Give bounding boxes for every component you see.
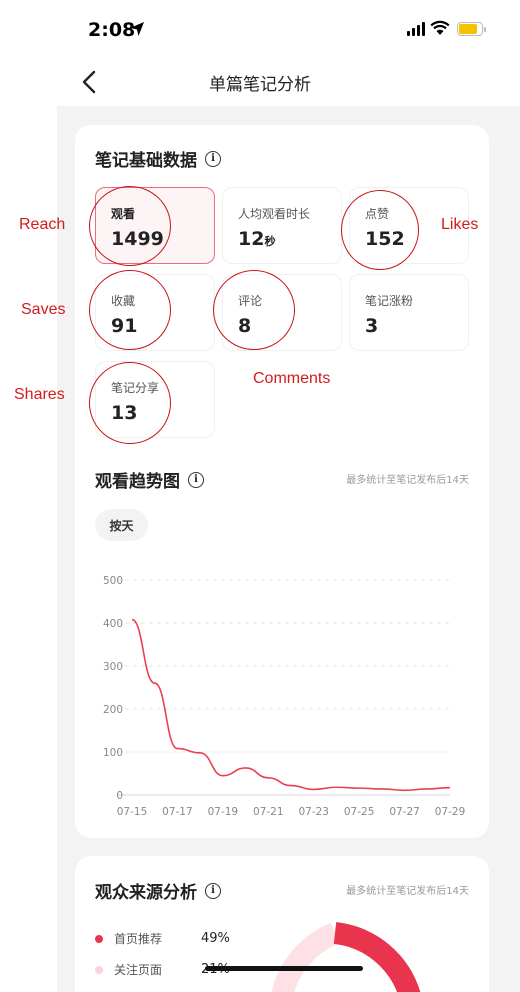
metric-label: 笔记涨粉 <box>365 294 414 308</box>
annotation-circle-reach <box>89 186 171 266</box>
audience-section-title: 观众来源分析 i <box>95 878 221 903</box>
metric-avg-watch-time[interactable]: 人均观看时长 12秒 <box>222 187 342 264</box>
views-trend-chart: 0 100 200 300 400 500 07-15 07-17 07-19 07-21 07-2… <box>103 575 466 818</box>
x-tick-label: 07-29 <box>435 806 466 818</box>
x-tick-label: 07-21 <box>253 806 284 818</box>
location-arrow-icon <box>130 22 144 36</box>
cellular-signal-icon <box>407 22 425 36</box>
metric-value: 12秒 <box>238 228 276 250</box>
annotation-circle-shares <box>89 362 171 444</box>
y-tick-label: 200 <box>103 704 123 716</box>
annotation-likes: Likes <box>441 216 479 233</box>
y-tick-label: 400 <box>103 618 123 630</box>
status-bar: 2:08 <box>0 0 520 60</box>
legend-label: 关注页面 <box>114 963 163 977</box>
y-tick-label: 300 <box>103 661 123 673</box>
info-icon[interactable]: i <box>205 150 221 167</box>
legend-dot <box>95 934 103 943</box>
metric-follower-gain[interactable]: 笔记涨粉 3 <box>349 274 469 351</box>
x-tick-label: 07-25 <box>344 806 375 818</box>
home-indicator[interactable] <box>205 966 363 971</box>
legend-label: 首页推荐 <box>114 932 163 946</box>
audience-donut-chart <box>271 922 421 992</box>
granularity-day-pill[interactable]: 按天 <box>95 509 148 541</box>
annotation-circle-comments <box>213 270 295 350</box>
basic-data-section-title: 笔记基础数据 i <box>95 146 221 171</box>
audience-source-card: 观众来源分析 i 最多统计至笔记发布后14天 首页推荐 49% 关注页面 21% <box>75 856 489 992</box>
legend-dot <box>95 965 103 974</box>
legend-item-follow-page: 关注页面 21% <box>95 961 230 978</box>
nav-bar: 单篇笔记分析 <box>0 60 520 104</box>
metric-label: 人均观看时长 <box>238 207 311 221</box>
x-tick-label: 07-27 <box>389 806 420 818</box>
annotation-shares: Shares <box>14 386 65 403</box>
x-tick-label: 07-15 <box>117 806 148 818</box>
legend-item-home-feed: 首页推荐 49% <box>95 930 230 947</box>
annotation-circle-saves <box>89 270 171 350</box>
y-tick-label: 500 <box>103 575 123 587</box>
metric-unit: 秒 <box>264 235 276 248</box>
y-tick-label: 100 <box>103 747 123 759</box>
trend-note: 最多统计至笔记发布后14天 <box>346 475 469 486</box>
info-icon[interactable]: i <box>188 471 204 488</box>
page-title: 单篇笔记分析 <box>209 75 311 95</box>
y-tick-label: 0 <box>116 790 123 802</box>
x-tick-label: 07-23 <box>298 806 329 818</box>
annotation-circle-likes <box>341 190 419 270</box>
annotation-reach: Reach <box>19 216 66 233</box>
x-tick-label: 07-17 <box>162 806 193 818</box>
audience-title: 观众来源分析 <box>95 883 197 903</box>
annotation-saves: Saves <box>21 301 66 318</box>
audience-note: 最多统计至笔记发布后14天 <box>346 886 469 897</box>
basic-data-title: 笔记基础数据 <box>95 151 197 171</box>
metric-value: 3 <box>365 315 379 337</box>
x-tick-label: 07-19 <box>208 806 239 818</box>
wifi-icon <box>430 20 450 35</box>
battery-icon <box>457 22 486 36</box>
legend-percent: 49% <box>201 931 230 946</box>
trend-title: 观看趋势图 <box>95 472 180 492</box>
trend-section-title: 观看趋势图 i <box>95 467 204 492</box>
info-icon[interactable]: i <box>205 882 221 899</box>
annotation-comments: Comments <box>253 370 331 387</box>
views-series-line <box>131 618 451 792</box>
